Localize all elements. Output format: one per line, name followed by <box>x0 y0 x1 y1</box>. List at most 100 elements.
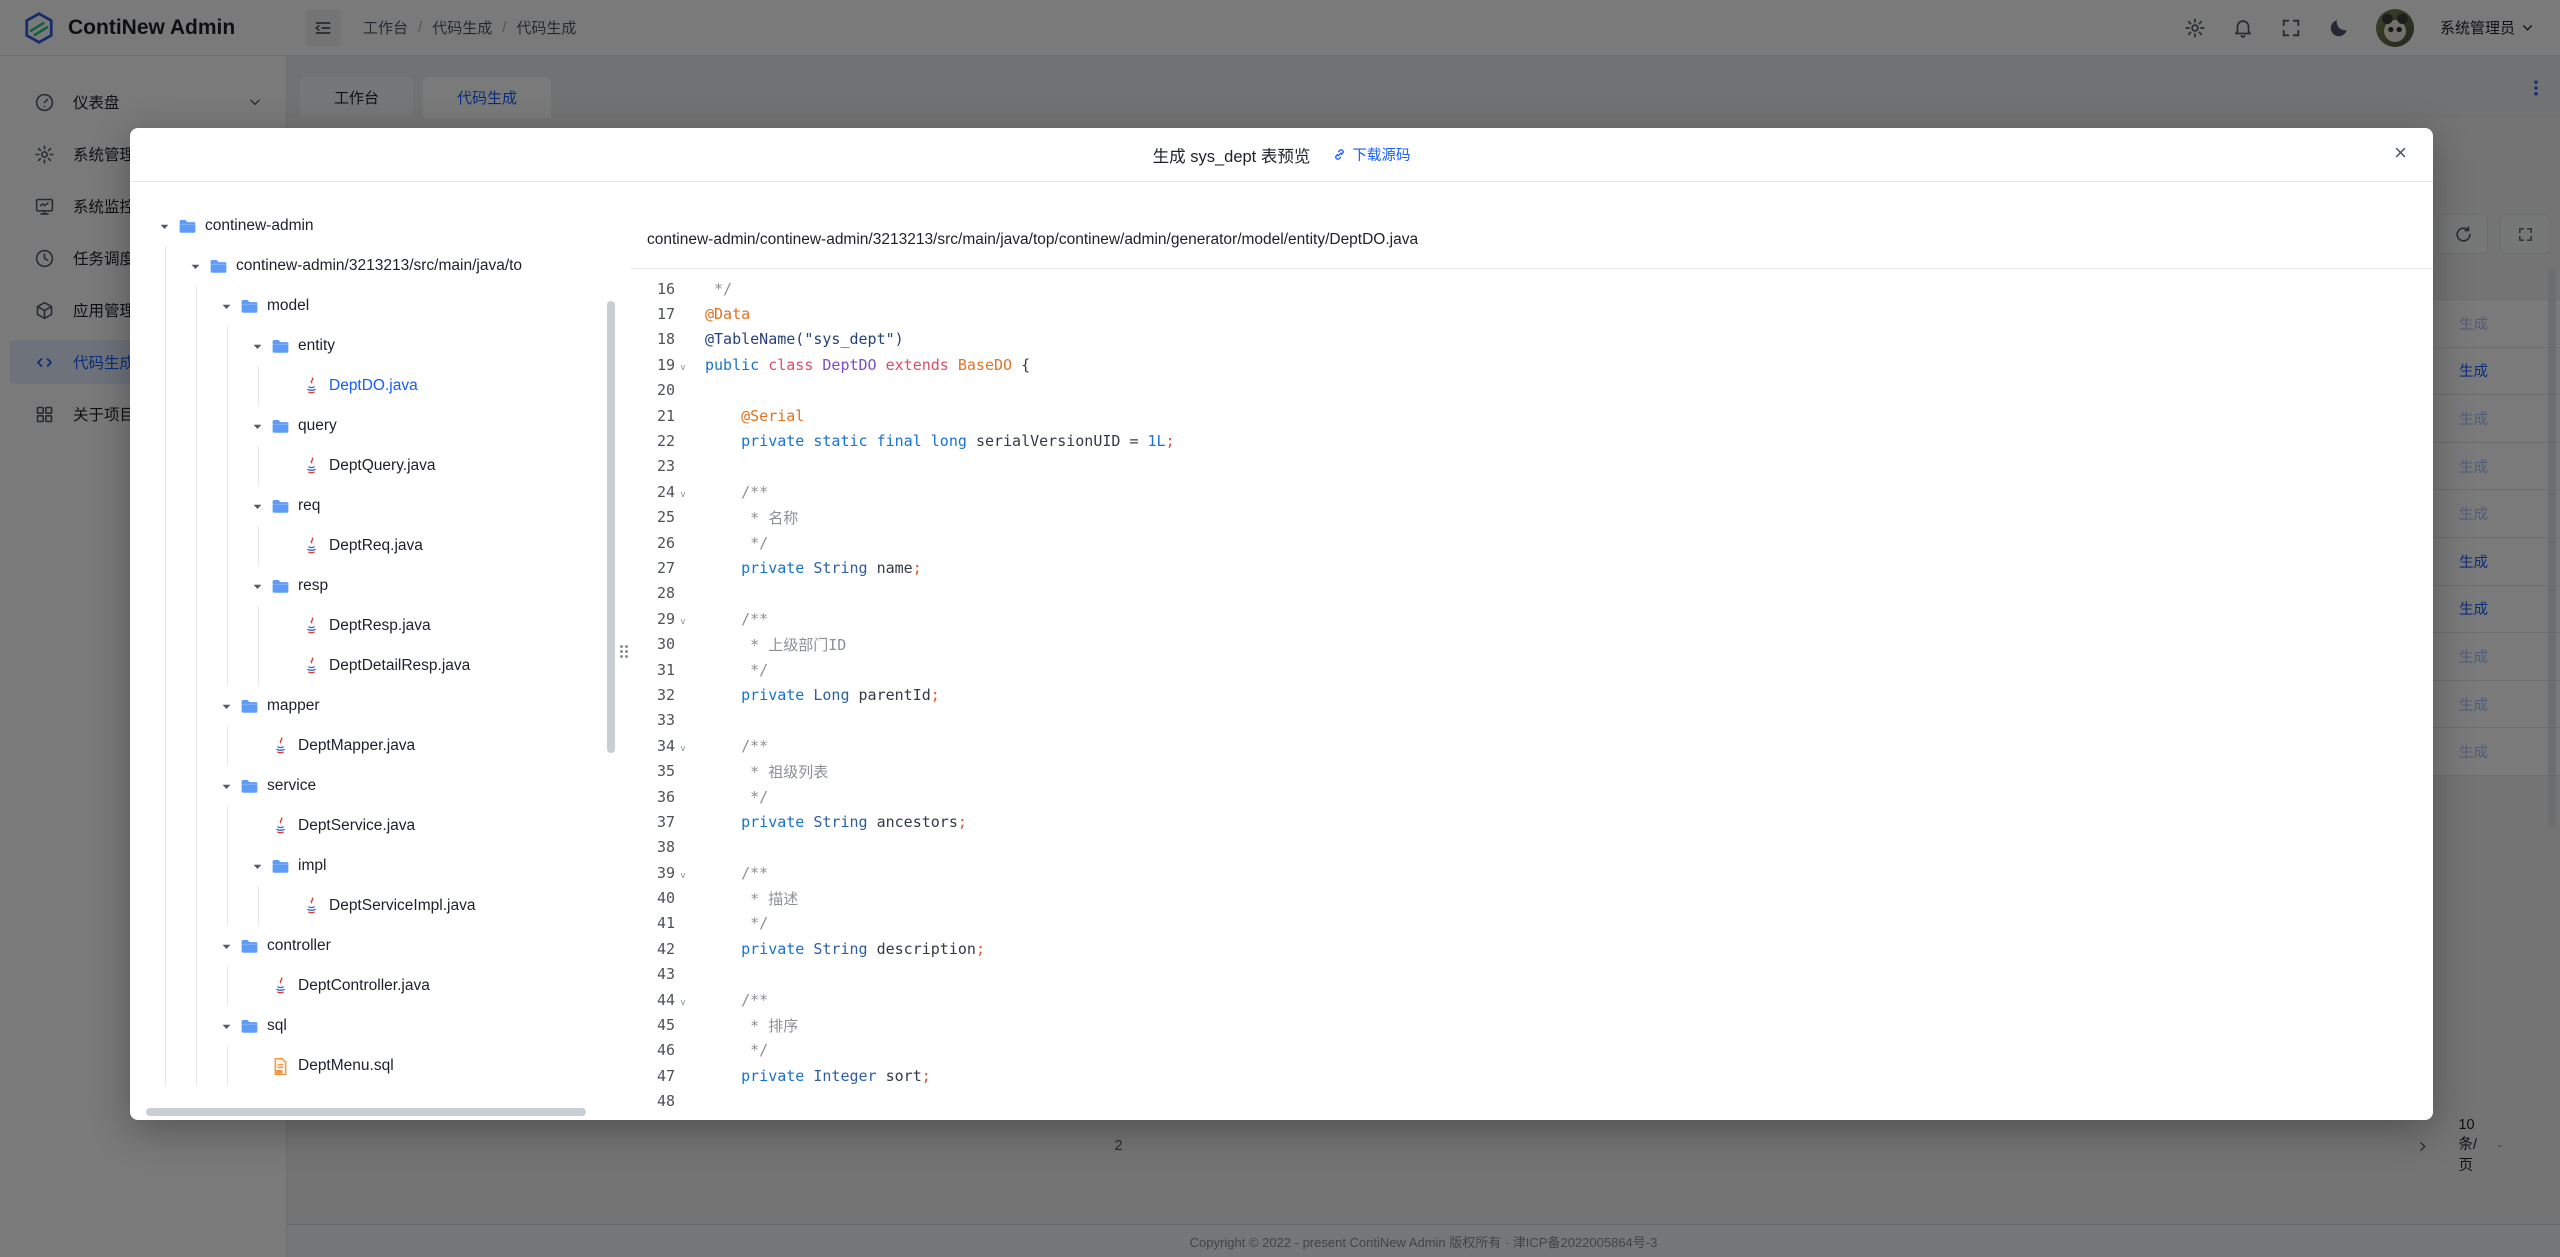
tree-node-DeptMapper.java[interactable]: DeptMapper.java <box>130 726 617 766</box>
close-icon[interactable]: × <box>2394 142 2407 164</box>
code-text: private String ancestors; <box>691 813 967 831</box>
caret-down-icon[interactable] <box>249 338 266 355</box>
fold-spacer <box>675 1073 691 1079</box>
tree-indent-guide <box>156 726 187 766</box>
tree-indent-guide <box>156 886 187 926</box>
tree-indent-guide <box>249 606 280 646</box>
code-preview-panel: continew-admin/continew-admin/3213213/sr… <box>631 183 2433 1120</box>
folder-icon <box>239 776 260 797</box>
fold-arrow-icon[interactable]: v <box>675 992 691 1008</box>
tree-node-sql[interactable]: sql <box>130 1006 617 1046</box>
tree-node-DeptResp.java[interactable]: DeptResp.java <box>130 606 617 646</box>
folder-icon <box>270 856 291 877</box>
caret-down-icon[interactable] <box>249 498 266 515</box>
caret-down-icon[interactable] <box>156 218 173 235</box>
tree-vertical-scrollbar[interactable] <box>607 301 615 753</box>
fold-spacer <box>675 565 691 571</box>
caret-down-icon[interactable] <box>218 298 235 315</box>
fold-arrow-icon[interactable]: v <box>675 484 691 500</box>
code-line: 26 */ <box>631 530 2433 555</box>
modal-body: continew-admincontinew-admin/3213213/src… <box>130 183 2433 1120</box>
fold-arrow-icon[interactable]: v <box>675 865 691 881</box>
line-number: 28 <box>631 584 675 602</box>
tree-node-continew-admin[interactable]: continew-admin <box>130 206 617 246</box>
tree-node-service[interactable]: service <box>130 766 617 806</box>
line-number: 20 <box>631 381 675 399</box>
fold-arrow-icon[interactable]: v <box>675 611 691 627</box>
tree-indent-guide <box>218 366 249 406</box>
line-number: 25 <box>631 508 675 526</box>
tree-node-continew-admin/3213213/src/main/java/to[interactable]: continew-admin/3213213/src/main/java/to <box>130 246 617 286</box>
tree-node-DeptDO.java[interactable]: DeptDO.java <box>130 366 617 406</box>
code-text: * 名称 <box>691 507 798 528</box>
tree-node-label: mapper <box>267 697 320 715</box>
tree-horizontal-scrollbar[interactable] <box>146 1108 586 1116</box>
line-number: 44 <box>631 991 675 1009</box>
fold-spacer <box>675 514 691 520</box>
tree-node-label: DeptService.java <box>298 817 415 835</box>
tree-indent-guide <box>187 1046 218 1086</box>
line-number: 26 <box>631 534 675 552</box>
tree-node-DeptController.java[interactable]: DeptController.java <box>130 966 617 1006</box>
tree-indent-guide <box>218 806 249 846</box>
code-line: 48 <box>631 1089 2433 1114</box>
tree-node-query[interactable]: query <box>130 406 617 446</box>
caret-down-icon[interactable] <box>187 258 204 275</box>
code-text: @TableName("sys_dept") <box>691 330 904 348</box>
code-line: 47 private Integer sort; <box>631 1063 2433 1088</box>
tree-node-DeptServiceImpl.java[interactable]: DeptServiceImpl.java <box>130 886 617 926</box>
folder-icon <box>239 1016 260 1037</box>
code-file-path: continew-admin/continew-admin/3213213/sr… <box>647 231 1418 249</box>
caret-down-icon[interactable] <box>218 778 235 795</box>
java-file-icon <box>270 816 291 837</box>
tree-node-DeptDetailResp.java[interactable]: DeptDetailResp.java <box>130 646 617 686</box>
tree-node-DeptQuery.java[interactable]: DeptQuery.java <box>130 446 617 486</box>
fold-spacer <box>675 286 691 292</box>
code-line: 34v /** <box>631 733 2433 758</box>
tree-node-DeptService.java[interactable]: DeptService.java <box>130 806 617 846</box>
caret-down-icon[interactable] <box>249 418 266 435</box>
tree-node-label: DeptController.java <box>298 977 430 995</box>
fold-arrow-icon[interactable]: v <box>675 738 691 754</box>
tree-indent-guide <box>218 886 249 926</box>
tree-node-impl[interactable]: impl <box>130 846 617 886</box>
tree-indent-guide <box>156 966 187 1006</box>
tree-indent-guide <box>187 326 218 366</box>
code-text: */ <box>691 914 768 932</box>
code-editor[interactable]: 16 */17@Data18@TableName("sys_dept")19vp… <box>631 269 2433 1120</box>
caret-down-icon[interactable] <box>249 578 266 595</box>
code-text: /** <box>691 991 768 1009</box>
tree-indent-guide <box>218 726 249 766</box>
panel-splitter[interactable] <box>617 183 631 1120</box>
download-source-link[interactable]: 下载源码 <box>1332 144 1410 165</box>
file-tree: continew-admincontinew-admin/3213213/src… <box>130 183 617 1120</box>
fold-arrow-icon[interactable]: v <box>675 357 691 373</box>
tree-indent-guide <box>156 926 187 966</box>
tree-node-req[interactable]: req <box>130 486 617 526</box>
fold-spacer <box>675 1098 691 1104</box>
tree-indent-guide <box>187 806 218 846</box>
tree-node-mapper[interactable]: mapper <box>130 686 617 726</box>
tree-node-controller[interactable]: controller <box>130 926 617 966</box>
tree-node-DeptMenu.sql[interactable]: DeptMenu.sql <box>130 1046 617 1086</box>
line-number: 43 <box>631 965 675 983</box>
java-file-icon <box>301 536 322 557</box>
caret-down-icon[interactable] <box>249 858 266 875</box>
line-number: 32 <box>631 686 675 704</box>
line-number: 23 <box>631 457 675 475</box>
line-number: 36 <box>631 788 675 806</box>
code-line: 32 private Long parentId; <box>631 682 2433 707</box>
caret-down-icon[interactable] <box>218 698 235 715</box>
tree-node-DeptReq.java[interactable]: DeptReq.java <box>130 526 617 566</box>
tree-node-label: req <box>298 497 320 515</box>
line-number: 22 <box>631 432 675 450</box>
java-file-icon <box>301 456 322 477</box>
tree-node-model[interactable]: model <box>130 286 617 326</box>
caret-down-icon[interactable] <box>218 1018 235 1035</box>
caret-down-icon[interactable] <box>218 938 235 955</box>
tree-node-resp[interactable]: resp <box>130 566 617 606</box>
fold-spacer <box>675 413 691 419</box>
tree-node-entity[interactable]: entity <box>130 326 617 366</box>
folder-icon <box>239 936 260 957</box>
fold-spacer <box>675 438 691 444</box>
